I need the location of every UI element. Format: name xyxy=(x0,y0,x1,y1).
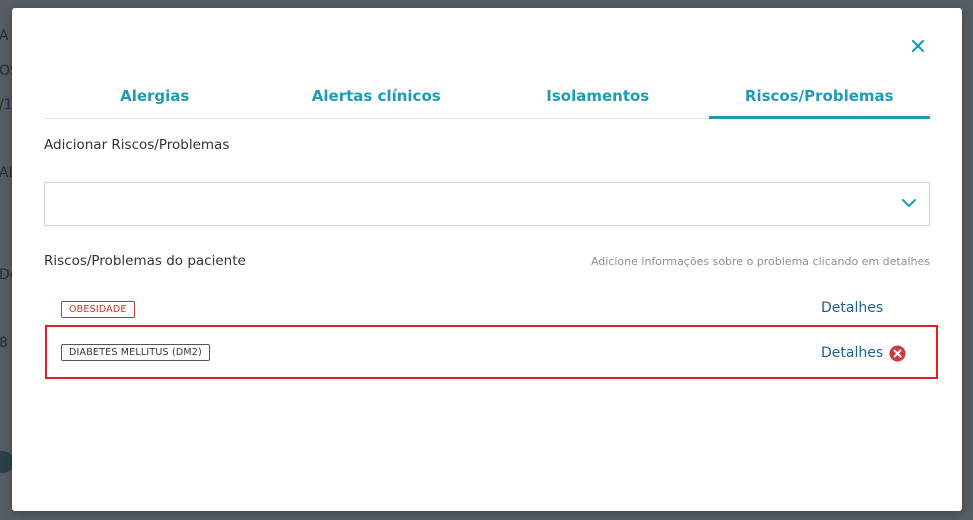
details-link[interactable]: Detalhes xyxy=(821,345,883,361)
details-link[interactable]: Detalhes xyxy=(821,300,883,316)
close-icon[interactable] xyxy=(909,37,927,55)
chevron-down-icon[interactable] xyxy=(901,197,917,209)
tab-clinical-alerts[interactable]: Alertas clínicos xyxy=(266,80,488,118)
remove-icon[interactable] xyxy=(889,345,906,362)
list-item: DIABETES MELLITUS (DM2) Detalhes xyxy=(44,335,930,371)
risks-problems-modal: Alergias Alertas clínicos Isolamentos Ri… xyxy=(12,8,962,511)
add-risks-label: Adicionar Riscos/Problemas xyxy=(44,137,230,153)
tab-isolations[interactable]: Isolamentos xyxy=(487,80,709,118)
tab-bar: Alergias Alertas clínicos Isolamentos Ri… xyxy=(44,80,930,119)
list-item: OBESIDADE Detalhes xyxy=(44,292,930,328)
problem-badge: DIABETES MELLITUS (DM2) xyxy=(61,344,210,361)
problem-badge: OBESIDADE xyxy=(61,301,135,318)
patient-risks-label: Riscos/Problemas do paciente xyxy=(44,253,246,269)
tab-risks-problems[interactable]: Riscos/Problemas xyxy=(708,80,931,119)
risk-problem-select[interactable] xyxy=(44,182,930,226)
tab-allergies[interactable]: Alergias xyxy=(44,80,266,118)
details-hint: Adicione informações sobre o problema cl… xyxy=(590,255,930,268)
